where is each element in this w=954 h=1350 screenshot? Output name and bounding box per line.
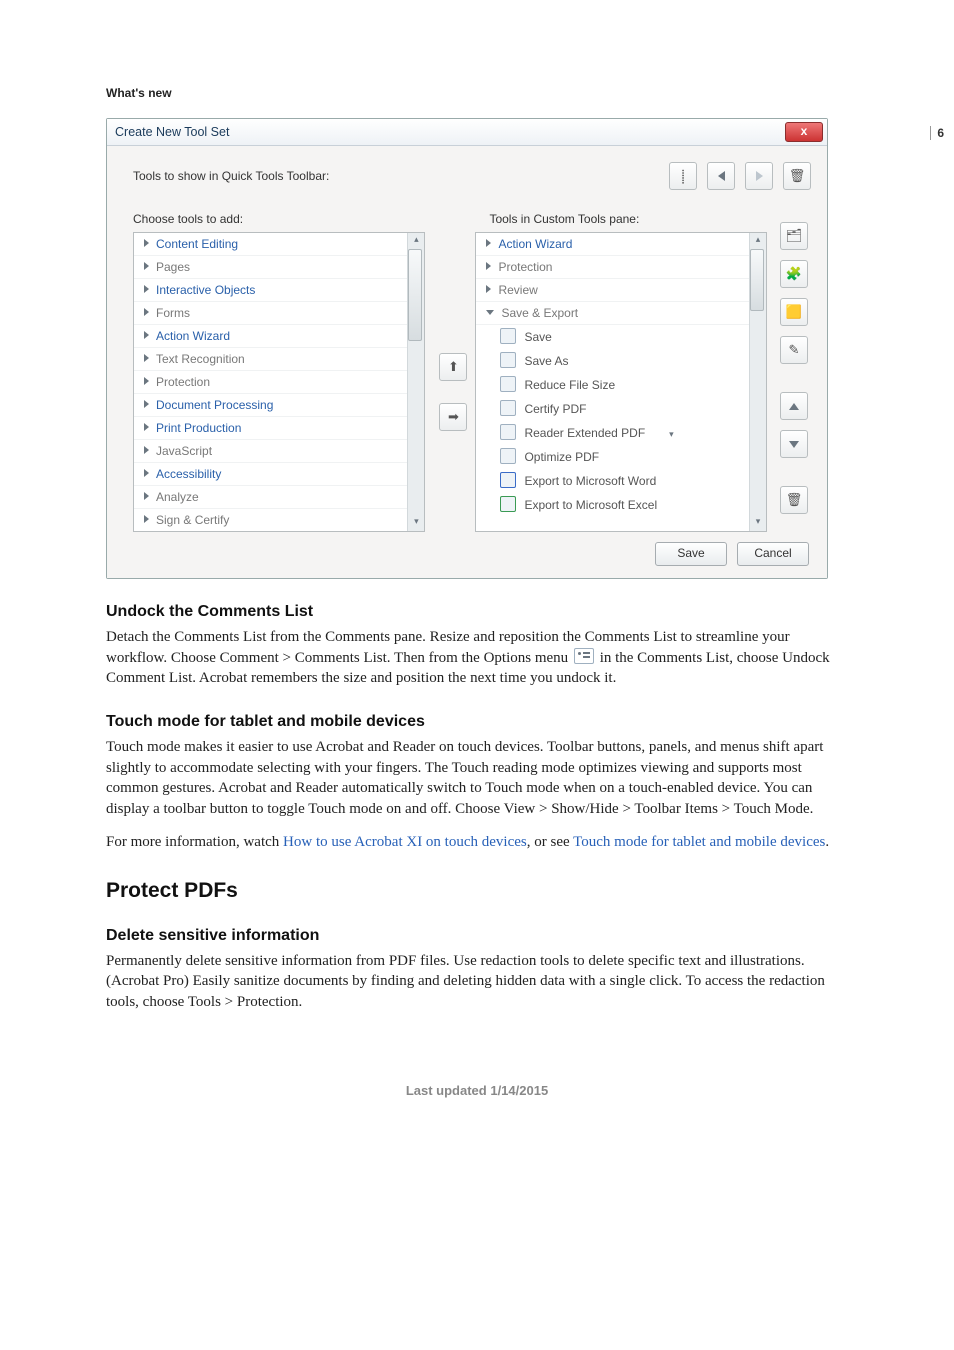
divider-icon[interactable]: ⸽: [669, 162, 697, 190]
add-panel-button[interactable]: 🗂: [780, 222, 808, 250]
options-menu-icon: [574, 648, 594, 664]
list-item[interactable]: Protection: [134, 371, 407, 394]
save-button[interactable]: Save: [655, 542, 727, 566]
list-item[interactable]: Forms: [134, 302, 407, 325]
list-item[interactable]: Certify PDF: [476, 397, 749, 421]
scrollbar[interactable]: ▴ ▾: [749, 233, 766, 531]
paragraph: Detach the Comments List from the Commen…: [106, 627, 854, 689]
scrollbar[interactable]: ▴ ▾: [407, 233, 424, 531]
add-tool-button[interactable]: 🧩: [780, 260, 808, 288]
list-item[interactable]: Print Production: [134, 417, 407, 440]
list-item[interactable]: Document Processing: [134, 394, 407, 417]
move-down-button[interactable]: [780, 430, 808, 458]
heading-undock: Undock the Comments List: [106, 603, 854, 621]
list-item[interactable]: JavaScript: [134, 440, 407, 463]
link-touch-video[interactable]: How to use Acrobat XI on touch devices: [283, 834, 527, 850]
link-touch-doc[interactable]: Touch mode for tablet and mobile devices: [573, 834, 825, 850]
list-item[interactable]: Action Wizard: [476, 233, 749, 256]
list-item[interactable]: Export to Microsoft Excel: [476, 493, 749, 517]
delete-button[interactable]: 🗑: [783, 162, 811, 190]
list-item[interactable]: Reader Extended PDF▾: [476, 421, 749, 445]
custom-tools-label: Tools in Custom Tools pane:: [475, 212, 773, 232]
dialog-titlebar: Create New Tool Set x: [107, 119, 827, 146]
list-item[interactable]: Protection: [476, 256, 749, 279]
list-item[interactable]: Action Wizard: [134, 325, 407, 348]
add-right-button[interactable]: ➡: [439, 403, 467, 431]
create-tool-set-dialog: Create New Tool Set x Tools to show in Q…: [106, 118, 828, 579]
remove-button[interactable]: 🗑: [780, 486, 808, 514]
move-right-button[interactable]: [745, 162, 773, 190]
scroll-thumb[interactable]: [750, 249, 764, 311]
scroll-up-icon[interactable]: ▴: [752, 234, 764, 248]
list-item[interactable]: Accessibility: [134, 463, 407, 486]
list-item[interactable]: Save & Export: [476, 302, 749, 325]
heading-delete-sensitive: Delete sensitive information: [106, 927, 854, 945]
list-item[interactable]: Sign & Certify: [134, 509, 407, 531]
scroll-down-icon[interactable]: ▾: [410, 516, 422, 530]
paragraph: Permanently delete sensitive information…: [106, 951, 854, 1013]
scroll-up-icon[interactable]: ▴: [410, 234, 422, 248]
move-up-button[interactable]: [780, 392, 808, 420]
list-item[interactable]: Content Editing: [134, 233, 407, 256]
list-item[interactable]: Save As: [476, 349, 749, 373]
choose-tools-label: Choose tools to add:: [119, 212, 431, 232]
list-item[interactable]: Review: [476, 279, 749, 302]
running-header: What's new: [106, 86, 954, 100]
paragraph: For more information, watch How to use A…: [106, 832, 854, 853]
add-divider-button[interactable]: 🟨: [780, 298, 808, 326]
heading-protect-pdfs: Protect PDFs: [106, 879, 854, 903]
scroll-thumb[interactable]: [408, 249, 422, 341]
add-up-button[interactable]: ⬆: [439, 353, 467, 381]
list-item[interactable]: Export to Microsoft Word: [476, 469, 749, 493]
heading-touch: Touch mode for tablet and mobile devices: [106, 713, 854, 731]
list-item[interactable]: Analyze: [134, 486, 407, 509]
paragraph: Touch mode makes it easier to use Acroba…: [106, 737, 854, 820]
scroll-down-icon[interactable]: ▾: [752, 516, 764, 530]
list-item[interactable]: Text Recognition: [134, 348, 407, 371]
move-left-button[interactable]: [707, 162, 735, 190]
edit-label-button[interactable]: ✎: [780, 336, 808, 364]
dialog-title: Create New Tool Set: [115, 125, 229, 139]
list-item[interactable]: Reduce File Size: [476, 373, 749, 397]
list-item[interactable]: Save: [476, 325, 749, 349]
cancel-button[interactable]: Cancel: [737, 542, 809, 566]
list-item[interactable]: Interactive Objects: [134, 279, 407, 302]
list-item[interactable]: Optimize PDF: [476, 445, 749, 469]
page-number: 6: [930, 126, 944, 140]
close-icon[interactable]: x: [785, 122, 823, 142]
choose-tools-listbox[interactable]: Content Editing Pages Interactive Object…: [133, 232, 425, 532]
quick-tools-label: Tools to show in Quick Tools Toolbar:: [133, 169, 329, 183]
page-footer: Last updated 1/14/2015: [0, 1083, 954, 1098]
custom-tools-listbox[interactable]: Action Wizard Protection Review Save & E…: [475, 232, 767, 532]
list-item[interactable]: Pages: [134, 256, 407, 279]
